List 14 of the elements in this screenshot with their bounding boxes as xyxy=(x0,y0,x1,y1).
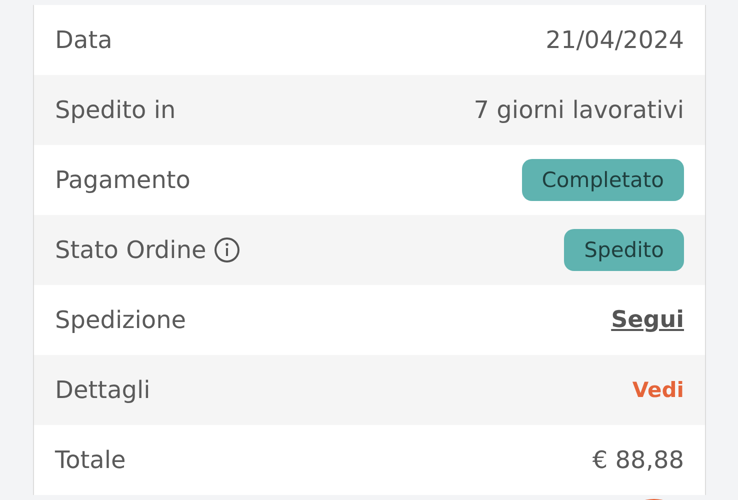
row-label: Totale xyxy=(55,446,126,474)
row-label: Data xyxy=(55,26,112,54)
row-label: Stato Ordine xyxy=(55,236,206,264)
row-value: € 88,88 xyxy=(592,446,684,474)
row-label: Dettagli xyxy=(55,376,150,404)
info-icon[interactable] xyxy=(214,237,240,263)
row-value: 21/04/2024 xyxy=(546,26,684,54)
row-label: Spedito in xyxy=(55,96,176,124)
row-label: Pagamento xyxy=(55,166,190,194)
row-value: 7 giorni lavorativi xyxy=(474,96,684,124)
status-badge: Completato xyxy=(522,159,684,201)
track-link[interactable]: Segui xyxy=(611,307,684,333)
row-label: Spedizione xyxy=(55,306,186,334)
status-badge: Spedito xyxy=(564,229,684,271)
